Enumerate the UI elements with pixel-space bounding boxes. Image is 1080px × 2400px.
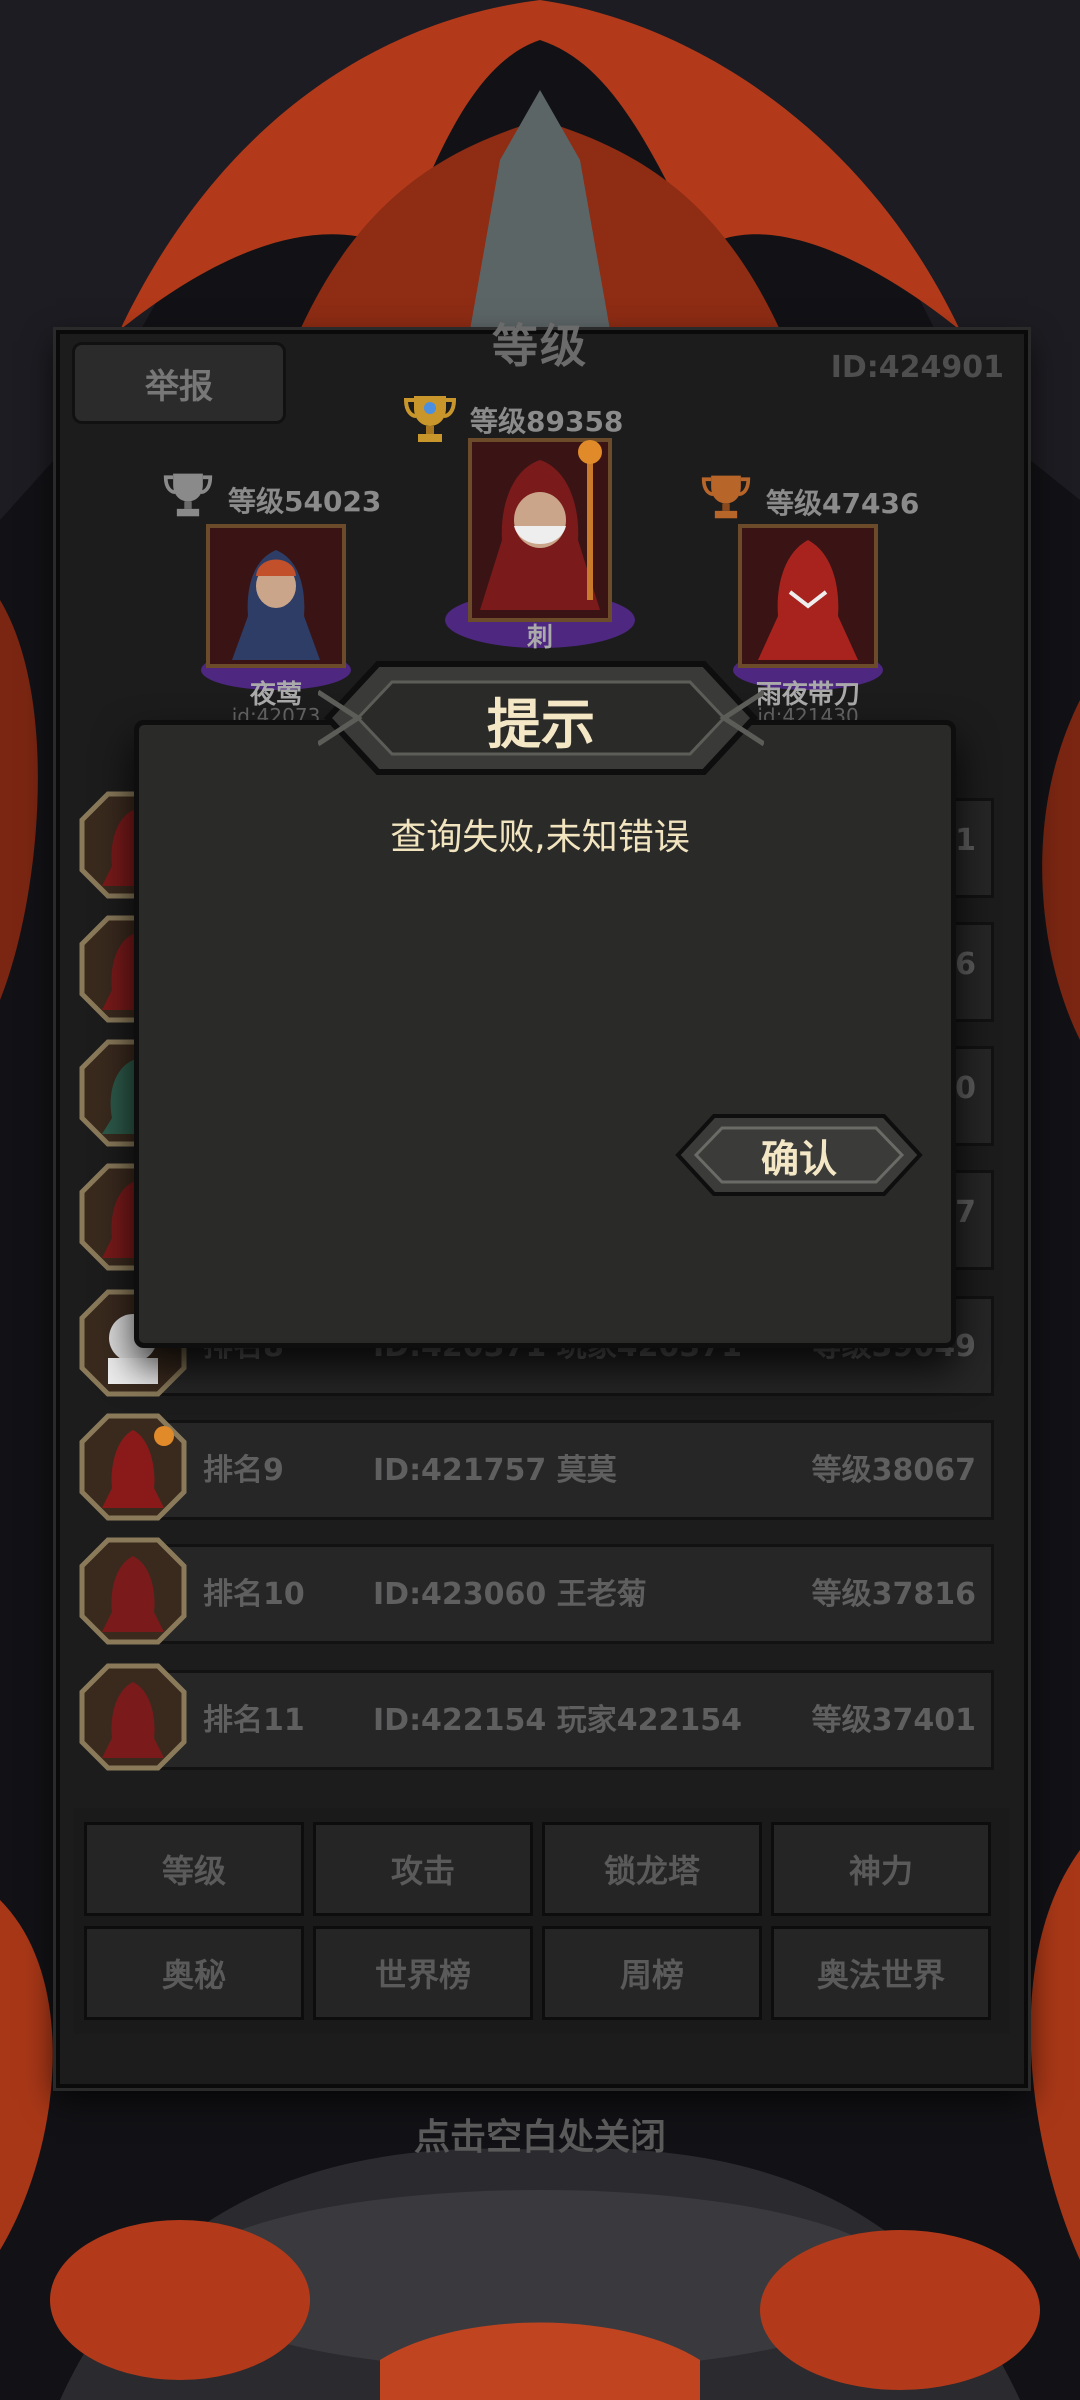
confirm-button-label: 确认 bbox=[760, 1136, 837, 1181]
confirm-button[interactable]: 确认 bbox=[674, 1112, 924, 1198]
alert-dialog: 提示 查询失败,未知错误 确认 bbox=[134, 661, 956, 1348]
dialog-title: 提示 bbox=[487, 693, 595, 756]
dialog-message: 查询失败,未知错误 bbox=[390, 817, 690, 858]
game-screen: 等级 举报 ID:424901 等级89358 刺 等级54023 夜莺 id:… bbox=[0, 0, 1080, 2400]
